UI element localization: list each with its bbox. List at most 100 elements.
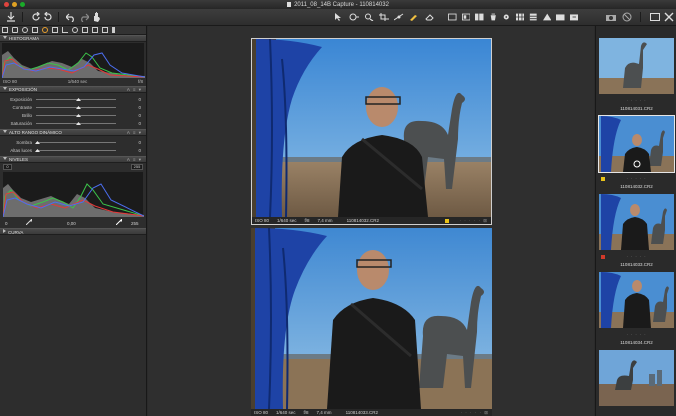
- slider-track[interactable]: [36, 115, 116, 116]
- tools-cross-icon[interactable]: [664, 11, 674, 23]
- thumb-filename: 110814034.CR2: [620, 340, 653, 345]
- highlight-slider[interactable]: Altas luces 0: [0, 146, 146, 154]
- rating-stars[interactable]: · · · · · ⊠: [459, 218, 488, 224]
- collapse-triangle-icon[interactable]: [3, 130, 7, 133]
- fullscreen-icon[interactable]: [650, 11, 660, 23]
- browser-icon[interactable]: [461, 13, 471, 21]
- thumb-rating[interactable]: · · · · ·: [599, 176, 674, 181]
- color-tag-icon[interactable]: [601, 255, 605, 259]
- slider-track[interactable]: [36, 99, 116, 100]
- eyedropper-white-icon[interactable]: [115, 217, 123, 226]
- process-icon[interactable]: [569, 13, 579, 21]
- brush-icon[interactable]: [409, 13, 419, 21]
- multi-view-icon[interactable]: [475, 13, 484, 21]
- filmstrip-thumb[interactable]: [599, 350, 674, 412]
- levels-gamma[interactable]: 0,00: [67, 221, 76, 226]
- slider-value[interactable]: 0: [138, 121, 141, 126]
- tab-batch-icon[interactable]: [112, 27, 118, 33]
- close-window-button[interactable]: [4, 2, 9, 7]
- thumb-rating[interactable]: · · · · ·: [599, 332, 674, 337]
- no-entry-icon[interactable]: [622, 11, 632, 23]
- crop-icon[interactable]: [379, 13, 389, 21]
- reset-icon[interactable]: [31, 11, 41, 23]
- slider-track[interactable]: [36, 150, 116, 151]
- photo-secondary[interactable]: ISO 80 1/640 sec f/8 7,4 mm 110814033.CR…: [251, 227, 492, 416]
- tab-focus-icon[interactable]: [52, 27, 58, 33]
- hand-icon[interactable]: [92, 11, 102, 23]
- histogram-shutter: 1/640 sec: [67, 79, 88, 84]
- grid-icon[interactable]: [515, 13, 525, 21]
- zoom-window-button[interactable]: [20, 2, 25, 7]
- eraser-icon[interactable]: [424, 13, 434, 21]
- slider-value[interactable]: 0: [138, 113, 141, 118]
- saturation-slider[interactable]: Saturación 0: [0, 119, 146, 127]
- exposure-slider[interactable]: Exposición 0: [0, 95, 146, 103]
- viewer-icon[interactable]: [448, 13, 457, 21]
- levels-section-header[interactable]: NIVELES A ≡ ▾: [0, 156, 146, 163]
- slider-track[interactable]: [36, 123, 116, 124]
- tab-metadata-icon[interactable]: [92, 27, 98, 33]
- section-controls-icon[interactable]: A ≡ ▾: [127, 130, 142, 136]
- section-controls-icon[interactable]: A ≡ ▾: [127, 157, 142, 163]
- settings-gear-icon[interactable]: [502, 13, 511, 21]
- tab-color-icon[interactable]: [22, 27, 28, 33]
- thumb-rating[interactable]: · · · · ·: [599, 254, 674, 259]
- trash-icon[interactable]: [489, 13, 498, 21]
- pointer-icon[interactable]: [334, 13, 344, 21]
- curve-section-header[interactable]: CURVA: [0, 228, 146, 235]
- histogram-section-header[interactable]: HISTOGRAMA: [0, 35, 146, 42]
- color-tag-icon[interactable]: [445, 218, 450, 223]
- slider-track[interactable]: [36, 142, 116, 143]
- slider-value[interactable]: 0: [138, 97, 141, 102]
- brightness-slider[interactable]: Brillo 0: [0, 111, 146, 119]
- zoom-tool-icon[interactable]: [364, 13, 374, 21]
- collapse-triangle-icon[interactable]: [3, 87, 7, 90]
- tab-adjust-icon[interactable]: [82, 27, 88, 33]
- rotate-icon[interactable]: [43, 11, 53, 23]
- levels-output-min[interactable]: 0: [3, 164, 12, 170]
- view-tools: [448, 11, 578, 23]
- filmstrip-thumb[interactable]: · · · · · 110814033.CR2: [599, 194, 674, 272]
- library-icon[interactable]: [529, 13, 538, 21]
- hdr-section-header[interactable]: ALTO RANGO DINÁMICO A ≡ ▾: [0, 129, 146, 136]
- tab-lens-icon[interactable]: [42, 27, 48, 33]
- exposure-section-header[interactable]: EXPOSICIÓN A ≡ ▾: [0, 86, 146, 93]
- contrast-slider[interactable]: Contraste 0: [0, 103, 146, 111]
- section-controls-icon[interactable]: A ≡ ▾: [127, 87, 142, 93]
- eyedropper-black-icon[interactable]: [25, 217, 33, 226]
- minimize-window-button[interactable]: [12, 2, 17, 7]
- straighten-icon[interactable]: [394, 13, 404, 21]
- tab-capture-icon[interactable]: [12, 27, 18, 33]
- export-icon[interactable]: [556, 13, 565, 21]
- slider-value[interactable]: 0: [138, 140, 141, 145]
- expand-triangle-icon[interactable]: [3, 229, 6, 233]
- warning-icon[interactable]: [542, 13, 552, 21]
- collapse-triangle-icon[interactable]: [3, 157, 7, 160]
- filmstrip-thumb[interactable]: · · · · · 110814031.CR2: [599, 38, 674, 116]
- pan-icon[interactable]: [349, 13, 359, 21]
- collapse-triangle-icon[interactable]: [3, 36, 7, 39]
- levels-histogram[interactable]: [2, 172, 145, 218]
- slider-track[interactable]: [36, 107, 116, 108]
- tab-output-icon[interactable]: [102, 27, 108, 33]
- tab-crop-icon[interactable]: [62, 27, 68, 33]
- redo-icon[interactable]: [79, 11, 89, 23]
- levels-input-max[interactable]: 255: [131, 221, 139, 226]
- shadow-slider[interactable]: Sombra 0: [0, 138, 146, 146]
- filmstrip-thumb-selected[interactable]: · · · · · 110814032.CR2: [598, 115, 675, 194]
- photo-primary[interactable]: ISO 80 1/640 sec f/8 7,4 mm 110814032.CR…: [251, 38, 492, 225]
- thumb-rating[interactable]: · · · · ·: [599, 98, 674, 103]
- tab-library-icon[interactable]: [2, 27, 8, 33]
- import-icon[interactable]: [6, 11, 16, 23]
- rating-stars[interactable]: · · · · · ⊠: [460, 410, 489, 416]
- levels-output-max[interactable]: 255: [131, 164, 143, 170]
- levels-input-min[interactable]: 0: [5, 221, 8, 226]
- undo-icon[interactable]: [66, 11, 76, 23]
- tab-exposure-icon[interactable]: [32, 27, 38, 33]
- filmstrip-thumb[interactable]: · · · · · 110814034.CR2: [599, 272, 674, 350]
- camera-icon[interactable]: [606, 11, 616, 23]
- slider-value[interactable]: 0: [138, 105, 141, 110]
- color-tag-icon[interactable]: [601, 177, 605, 181]
- slider-value[interactable]: 0: [138, 148, 141, 153]
- tab-details-icon[interactable]: [72, 27, 78, 33]
